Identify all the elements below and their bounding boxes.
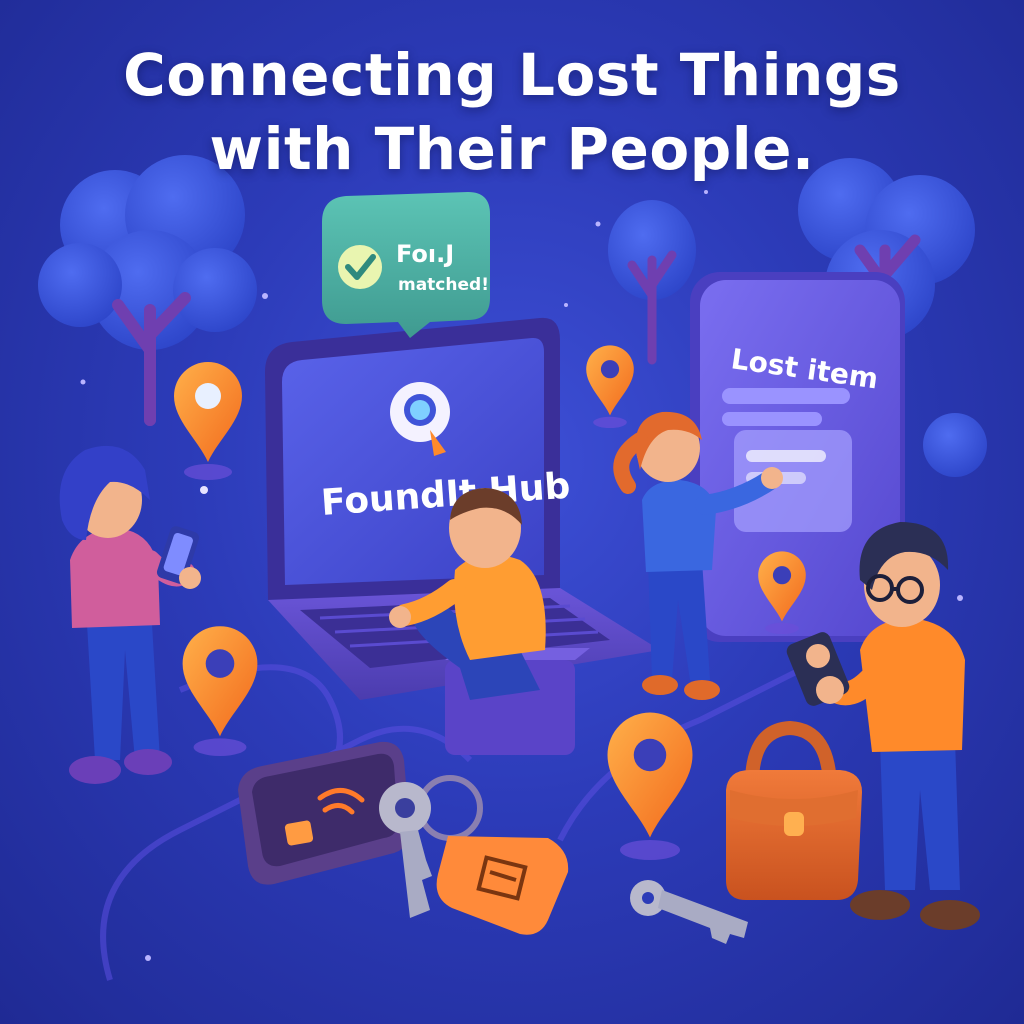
- headline: Connecting Lost Things with Their People…: [0, 38, 1024, 186]
- check-icon: [338, 245, 382, 289]
- match-title: Foı.J: [396, 240, 454, 268]
- person-girl-phone: [59, 445, 201, 784]
- bush-right: [923, 413, 987, 477]
- keys-with-tag: [379, 775, 569, 935]
- map-pin-icon: [182, 626, 258, 756]
- map-pin-icon: [586, 345, 634, 428]
- headline-line-2: with Their People.: [209, 115, 815, 183]
- map-pin-icon: [607, 712, 693, 860]
- map-pin-icon: [174, 362, 242, 480]
- tree-mid: [608, 200, 696, 365]
- headline-line-1: Connecting Lost Things: [123, 41, 901, 109]
- handbag: [726, 720, 862, 900]
- match-subtitle: matched!: [398, 275, 489, 295]
